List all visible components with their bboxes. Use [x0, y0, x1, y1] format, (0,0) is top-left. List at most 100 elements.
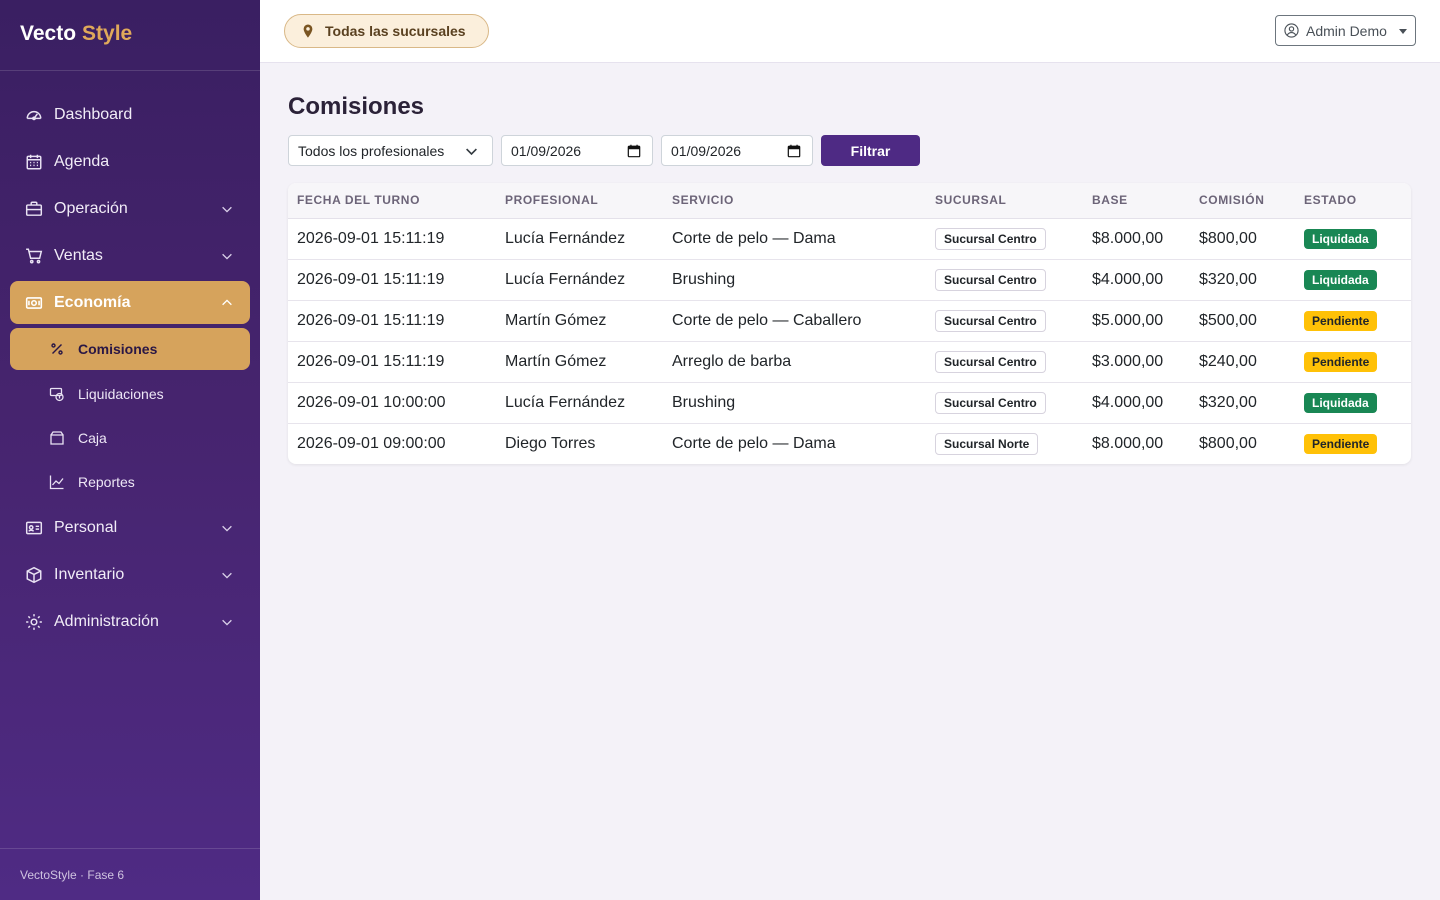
calendar-icon — [24, 152, 44, 172]
sidebar-item-operacion[interactable]: Operación — [10, 187, 250, 230]
cell-servicio: Brushing — [663, 259, 926, 301]
calendar-icon[interactable] — [787, 144, 801, 158]
cell-comision: $320,00 — [1190, 259, 1295, 301]
cell-estado: Liquidada — [1295, 259, 1411, 301]
cell-base: $8.000,00 — [1083, 218, 1190, 260]
filter-button[interactable]: Filtrar — [821, 135, 920, 166]
cell-base: $4.000,00 — [1083, 259, 1190, 301]
cell-comision: $320,00 — [1190, 382, 1295, 424]
cell-profesional: Martín Gómez — [496, 341, 663, 383]
calendar-icon[interactable] — [627, 144, 641, 158]
user-avatar-icon — [1284, 23, 1299, 38]
sidebar-item-ventas[interactable]: Ventas — [10, 234, 250, 277]
user-name: Admin Demo — [1306, 22, 1387, 39]
sidebar-nav: Dashboard Agenda Operación Ventas Econom… — [0, 71, 260, 643]
cell-comision: $800,00 — [1190, 218, 1295, 260]
cell-profesional: Martín Gómez — [496, 300, 663, 342]
cash-icon — [24, 293, 44, 313]
cell-sucursal: Sucursal Centro — [926, 341, 1083, 383]
column-header-comision: COMISIÓN — [1190, 183, 1295, 219]
sidebar-item-label: Operación — [54, 199, 128, 217]
commissions-table-card: FECHA DEL TURNO PROFESIONAL SERVICIO SUC… — [288, 183, 1411, 464]
cell-comision: $800,00 — [1199, 434, 1257, 452]
table-row: 2026-09-01 15:11:19 Martín Gómez Arreglo… — [288, 341, 1411, 383]
sidebar-subitem-reportes[interactable]: Reportes — [10, 462, 250, 502]
status-badge: Pendiente — [1304, 310, 1378, 331]
cell-fecha: 2026-09-01 15:11:19 — [288, 341, 496, 383]
cell-servicio: Corte de pelo — Dama — [672, 434, 836, 452]
cell-fecha: 2026-09-01 15:11:19 — [288, 300, 496, 342]
cell-profesional: Lucía Fernández — [496, 259, 663, 301]
cell-profesional: Lucía Fernández — [496, 218, 663, 260]
table-row: 2026-09-01 10:00:00 Lucía Fernández Brus… — [288, 382, 1411, 424]
sidebar-subitem-caja[interactable]: Caja — [10, 418, 250, 458]
cell-sucursal: Sucursal Centro — [926, 382, 1083, 424]
sidebar-item-administracion[interactable]: Administración — [10, 600, 250, 643]
sidebar-subitem-label: Liquidaciones — [78, 386, 164, 402]
column-header-servicio: SERVICIO — [663, 183, 926, 219]
column-header-sucursal: SUCURSAL — [926, 183, 1083, 219]
sidebar-item-label: Dashboard — [54, 105, 133, 123]
gauge-icon — [24, 105, 44, 125]
sidebar-item-label: Inventario — [54, 565, 125, 583]
gear-icon — [24, 612, 44, 632]
column-header-profesional: PROFESIONAL — [496, 183, 663, 219]
status-badge: Liquidada — [1304, 228, 1377, 249]
table-row: 2026-09-01 09:00:00 Diego Torres Corte d… — [288, 423, 1411, 464]
cell-estado: Pendiente — [1295, 300, 1411, 342]
filters-bar: Todos los profesionales 01/09/2026 01/09… — [288, 135, 1412, 166]
cell-profesional: Lucía Fernández — [496, 382, 663, 424]
cell-base: $3.000,00 — [1083, 341, 1190, 383]
cell-profesional: Diego Torres — [505, 434, 596, 452]
cart-icon — [24, 246, 44, 266]
caret-down-icon — [1399, 29, 1407, 34]
branch-badge: Sucursal Centro — [935, 391, 1046, 414]
sidebar-subitem-comisiones[interactable]: Comisiones — [10, 328, 250, 370]
chevron-down-icon — [222, 206, 232, 213]
sidebar-item-economia[interactable]: Economía — [10, 281, 250, 324]
sidebar-subitem-liquidaciones[interactable]: Liquidaciones — [10, 374, 250, 414]
date-to-input[interactable]: 01/09/2026 — [661, 135, 813, 166]
topbar: Todas las sucursales Admin Demo — [260, 0, 1440, 63]
chevron-down-icon — [466, 148, 477, 156]
chevron-up-icon — [222, 298, 232, 305]
main-content: Comisiones Todos los profesionales 01/09… — [288, 63, 1412, 464]
branch-selector[interactable]: Todas las sucursales — [284, 14, 489, 48]
professional-select[interactable]: Todos los profesionales — [288, 135, 493, 166]
user-menu-button[interactable]: Admin Demo — [1275, 15, 1416, 46]
cell-base: $8.000,00 — [1092, 434, 1164, 452]
brand-name-part2: Style — [82, 22, 133, 45]
cell-servicio: Arreglo de barba — [663, 341, 926, 383]
sidebar-item-inventario[interactable]: Inventario — [10, 553, 250, 596]
brand-logo[interactable]: Vecto Style — [0, 0, 260, 71]
cell-sucursal: Sucursal Centro — [926, 300, 1083, 342]
cell-sucursal: Sucursal Norte — [926, 423, 1083, 464]
status-badge: Liquidada — [1304, 392, 1377, 413]
branch-badge: Sucursal Centro — [935, 227, 1046, 250]
date-to-value: 01/09/2026 — [671, 142, 742, 159]
cell-comision: $240,00 — [1190, 341, 1295, 383]
column-header-base: BASE — [1083, 183, 1190, 219]
sidebar: Vecto Style Dashboard Agenda Operación Ve… — [0, 0, 260, 900]
sidebar-subitem-label: Reportes — [78, 474, 135, 490]
sidebar-item-dashboard[interactable]: Dashboard — [10, 93, 250, 136]
column-header-estado: ESTADO — [1295, 183, 1411, 219]
cell-base: $4.000,00 — [1083, 382, 1190, 424]
branch-badge: Sucursal Centro — [935, 350, 1046, 373]
cell-base: $5.000,00 — [1083, 300, 1190, 342]
column-header-fecha: FECHA DEL TURNO — [288, 183, 496, 219]
cell-sucursal: Sucursal Centro — [926, 259, 1083, 301]
page-title: Comisiones — [288, 93, 425, 120]
commissions-table: FECHA DEL TURNO PROFESIONAL SERVICIO SUC… — [288, 183, 1411, 464]
status-badge: Pendiente — [1304, 433, 1378, 454]
sidebar-item-label: Administración — [54, 612, 159, 630]
sidebar-item-personal[interactable]: Personal — [10, 506, 250, 549]
chevron-down-icon — [222, 253, 232, 260]
sidebar-item-agenda[interactable]: Agenda — [10, 140, 250, 183]
map-pin-icon — [303, 24, 313, 38]
cell-estado: Liquidada — [1295, 218, 1411, 260]
sidebar-item-label: Personal — [54, 518, 118, 536]
table-row: 2026-09-01 15:11:19 Martín Gómez Corte d… — [288, 300, 1411, 342]
cell-fecha: 2026-09-01 10:00:00 — [288, 382, 496, 424]
date-from-input[interactable]: 01/09/2026 — [501, 135, 653, 166]
